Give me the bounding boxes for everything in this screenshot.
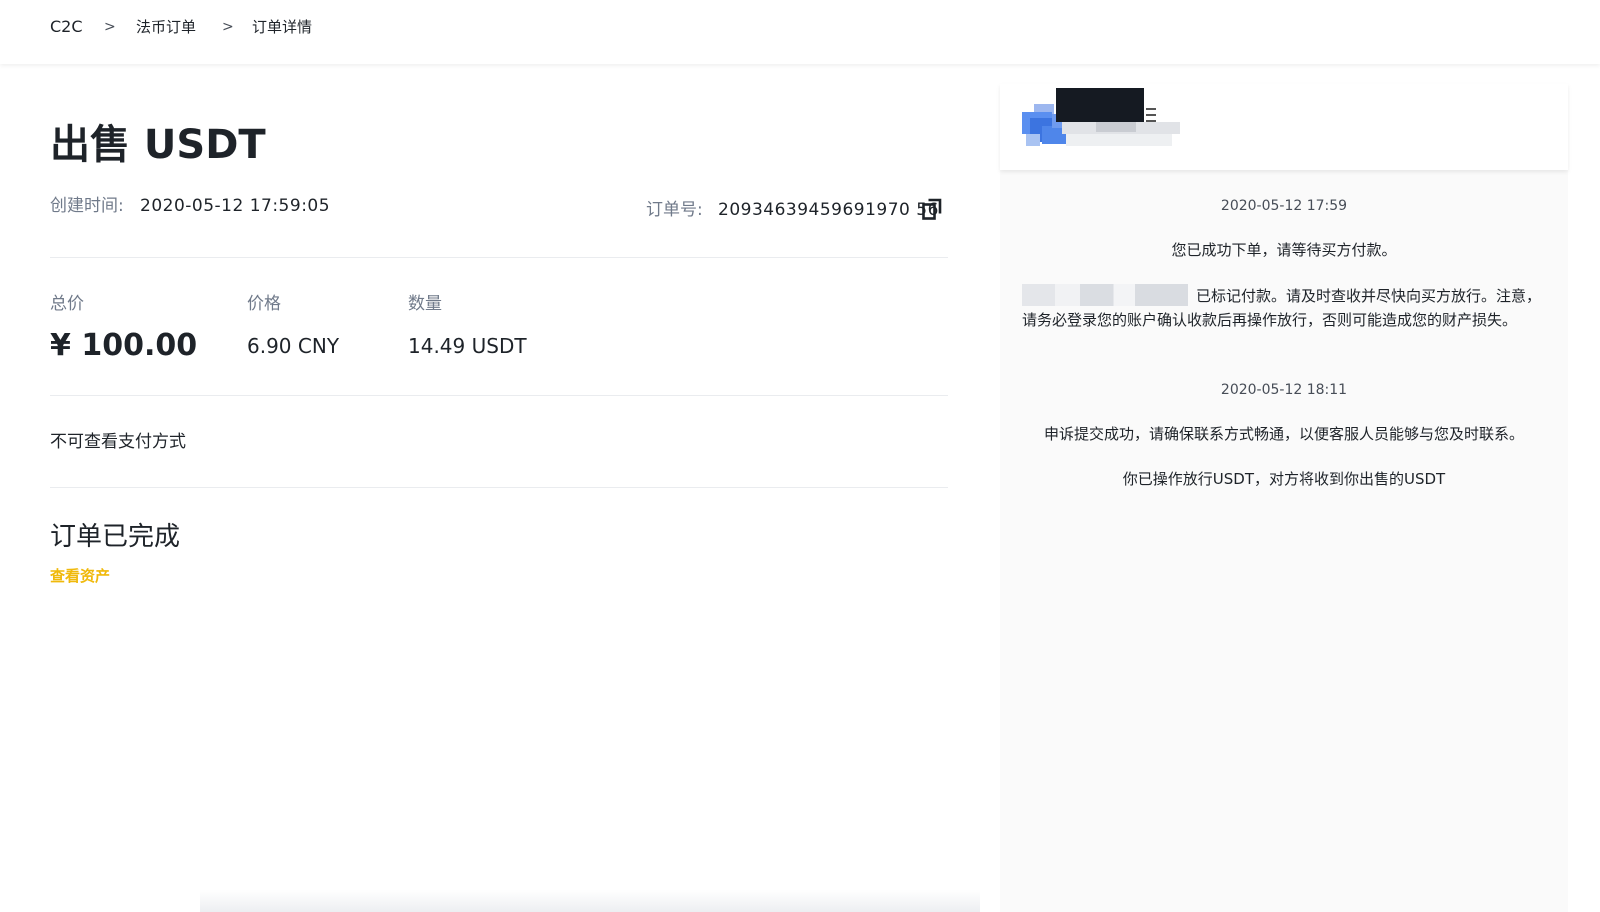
page-title: 出售 USDT bbox=[50, 122, 266, 168]
created-time-label: 创建时间: bbox=[50, 196, 124, 216]
breadcrumb-separator: > bbox=[222, 19, 234, 35]
chat-message: 申诉提交成功，请确保联系方式畅通，以便客服人员能够与您及时联系。 bbox=[1043, 425, 1524, 443]
breadcrumb-fiat-orders[interactable]: 法币订单 bbox=[136, 17, 196, 37]
payment-method-notice: 不可查看支付方式 bbox=[50, 432, 186, 452]
breadcrumb-order-details: 订单详情 bbox=[252, 18, 313, 36]
price-label: 价格 bbox=[247, 294, 281, 314]
divider bbox=[50, 395, 948, 396]
order-status: 订单已完成 bbox=[50, 522, 181, 552]
redacted-username bbox=[1056, 88, 1180, 146]
quantity-value: 14.49 USDT bbox=[408, 334, 527, 358]
order-number-label: 订单号: bbox=[646, 200, 703, 220]
divider bbox=[50, 257, 948, 258]
copy-icon[interactable] bbox=[922, 198, 942, 220]
divider bbox=[50, 487, 948, 488]
bottom-shadow bbox=[200, 890, 980, 912]
total-price-label: 总价 bbox=[50, 294, 84, 314]
redacted-buyer-name bbox=[1022, 284, 1188, 306]
view-assets-link[interactable]: 查看资产 bbox=[50, 566, 110, 586]
quantity-label: 数量 bbox=[408, 294, 442, 314]
chat-timestamp: 2020-05-12 18:11 bbox=[1220, 382, 1348, 398]
price-value: 6.90 CNY bbox=[247, 334, 340, 358]
order-number-value: 20934639459691970 56 bbox=[718, 200, 939, 220]
breadcrumb-c2c[interactable]: C2C bbox=[50, 17, 83, 37]
chat-header bbox=[1000, 84, 1568, 170]
chat-message: 你已操作放行USDT，对方将收到你出售的USDT bbox=[1122, 470, 1446, 488]
chat-timestamp: 2020-05-12 17:59 bbox=[1220, 198, 1348, 214]
created-time-value: 2020-05-12 17:59:05 bbox=[140, 196, 331, 216]
total-price-value: ¥ 100.00 bbox=[50, 328, 198, 363]
chat-message: 已标记付款。请及时查收并尽快向买方放行。注意，请务必登录您的账户确认收款后再操作… bbox=[1022, 284, 1542, 332]
chat-message: 您已成功下单，请等待买方付款。 bbox=[1171, 241, 1397, 259]
breadcrumb: C2C > 法币订单 > 订单详情 bbox=[0, 0, 1600, 64]
breadcrumb-separator: > bbox=[104, 19, 116, 35]
